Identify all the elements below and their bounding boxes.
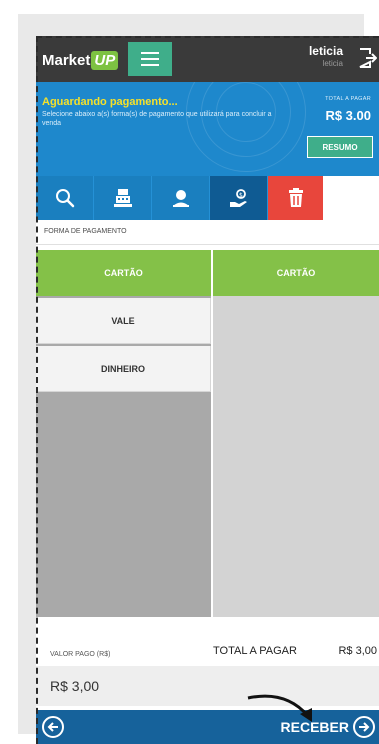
- svg-text:$: $: [239, 192, 243, 199]
- hamburger-menu-button[interactable]: [128, 42, 172, 76]
- payment-option-cartao[interactable]: CARTÃO: [36, 250, 211, 296]
- cash-register-button[interactable]: [94, 176, 152, 220]
- arrow-right-icon: [359, 722, 370, 732]
- delete-button[interactable]: [268, 176, 323, 220]
- status-description: Selecione abaixo a(s) forma(s) de pagame…: [42, 111, 272, 127]
- payment-method-label: FORMA DE PAGAMENTO: [44, 228, 127, 235]
- menu-line: [141, 58, 159, 60]
- marketup-logo[interactable]: Market UP: [42, 49, 119, 71]
- selected-payments-panel: [213, 250, 379, 617]
- selected-payment-cartao[interactable]: CARTÃO: [213, 250, 379, 296]
- search-button[interactable]: [36, 176, 94, 220]
- section-divider: [36, 244, 379, 245]
- hand-money-icon: $: [229, 189, 247, 207]
- screenshot-stage: Market UP leticia leticia Aguardando pag…: [0, 0, 379, 744]
- total-a-pagar-value: R$ 3,00: [338, 645, 377, 657]
- logo-badge: UP: [91, 50, 119, 70]
- user-info[interactable]: leticia leticia: [309, 44, 343, 68]
- crop-border-top: [36, 36, 379, 38]
- customer-button[interactable]: [152, 176, 210, 220]
- user-login: leticia: [322, 59, 343, 68]
- back-button[interactable]: [42, 716, 64, 738]
- app-screen: Market UP leticia leticia Aguardando pag…: [36, 36, 379, 744]
- trash-icon: [288, 188, 303, 207]
- logo-text: Market: [42, 51, 91, 69]
- total-to-pay-label: TOTAL A PAGAR: [325, 96, 371, 102]
- user-name: leticia: [308, 44, 343, 58]
- valor-pago-value: R$ 3,00: [50, 678, 100, 694]
- app-header: Market UP leticia leticia: [36, 36, 379, 82]
- payment-options-list: CARTÃO VALE DINHEIRO: [36, 250, 211, 617]
- resumo-button[interactable]: RESUMO: [307, 136, 373, 158]
- footer-bar: RECEBER: [36, 710, 379, 744]
- customer-icon: [172, 190, 189, 207]
- payment-option-vale[interactable]: VALE: [36, 298, 211, 344]
- cash-register-icon: [113, 189, 132, 207]
- total-a-pagar-label: TOTAL A PAGAR: [213, 645, 297, 657]
- action-toolbar: $: [36, 176, 379, 220]
- payment-option-dinheiro[interactable]: DINHEIRO: [36, 346, 211, 392]
- crop-border-left: [36, 36, 38, 744]
- payment-button[interactable]: $: [210, 176, 268, 220]
- logout-icon[interactable]: [357, 47, 378, 69]
- total-to-pay-value: R$ 3.00: [325, 108, 371, 123]
- annotation-arrow-icon: [247, 694, 312, 722]
- payment-status-banner: Aguardando pagamento... Selecione abaixo…: [36, 82, 379, 176]
- menu-line: [141, 64, 159, 66]
- receber-arrow-button[interactable]: [353, 716, 375, 738]
- status-title: Aguardando pagamento...: [42, 96, 178, 108]
- valor-pago-label: VALOR PAGO (R$): [50, 651, 111, 658]
- search-icon: [55, 189, 74, 208]
- arrow-left-icon: [47, 722, 58, 732]
- menu-line: [141, 52, 159, 54]
